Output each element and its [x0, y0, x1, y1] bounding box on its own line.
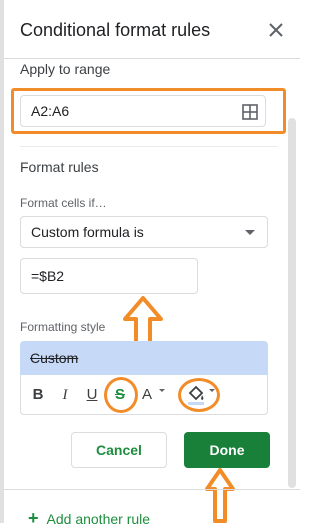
add-another-rule-label: Add another rule	[46, 511, 151, 527]
condition-selected-value: Custom formula is	[31, 224, 144, 240]
footer-divider	[4, 489, 300, 490]
style-preview: Custom	[20, 341, 268, 375]
format-rules-label: Format rules	[20, 159, 99, 175]
underline-button[interactable]: U	[83, 384, 101, 406]
style-preview-text: Custom	[30, 350, 79, 366]
italic-button[interactable]: I	[56, 384, 74, 406]
arrow-up-annotation-done	[205, 468, 235, 523]
panel-scrollbar[interactable]	[288, 118, 296, 488]
text-color-caret-icon	[159, 389, 165, 392]
plus-icon: +	[28, 508, 39, 528]
fill-color-circle-annotation	[178, 378, 220, 412]
cancel-button[interactable]: Cancel	[71, 432, 167, 468]
panel-left-border	[0, 0, 4, 523]
section-divider	[20, 146, 278, 147]
format-cells-if-label: Format cells if…	[20, 196, 107, 210]
apply-to-range-label: Apply to range	[20, 61, 111, 77]
range-highlight-annotation	[11, 88, 286, 134]
done-button[interactable]: Done	[184, 432, 270, 468]
bold-button[interactable]: B	[29, 384, 47, 406]
style-toolbar: B I U S A	[20, 375, 268, 415]
formula-value: =$B2	[31, 268, 65, 284]
close-icon[interactable]	[264, 18, 288, 42]
condition-dropdown[interactable]: Custom formula is	[20, 216, 268, 248]
add-another-rule-link[interactable]: + Add another rule	[28, 508, 150, 529]
text-color-button[interactable]: A	[139, 384, 155, 406]
chevron-down-icon	[245, 230, 255, 235]
formatting-style-label: Formatting style	[20, 320, 106, 334]
panel-title: Conditional format rules	[20, 20, 211, 40]
header-divider	[4, 58, 300, 59]
strikethrough-circle-annotation	[104, 377, 138, 413]
formula-input[interactable]: =$B2	[20, 258, 198, 294]
